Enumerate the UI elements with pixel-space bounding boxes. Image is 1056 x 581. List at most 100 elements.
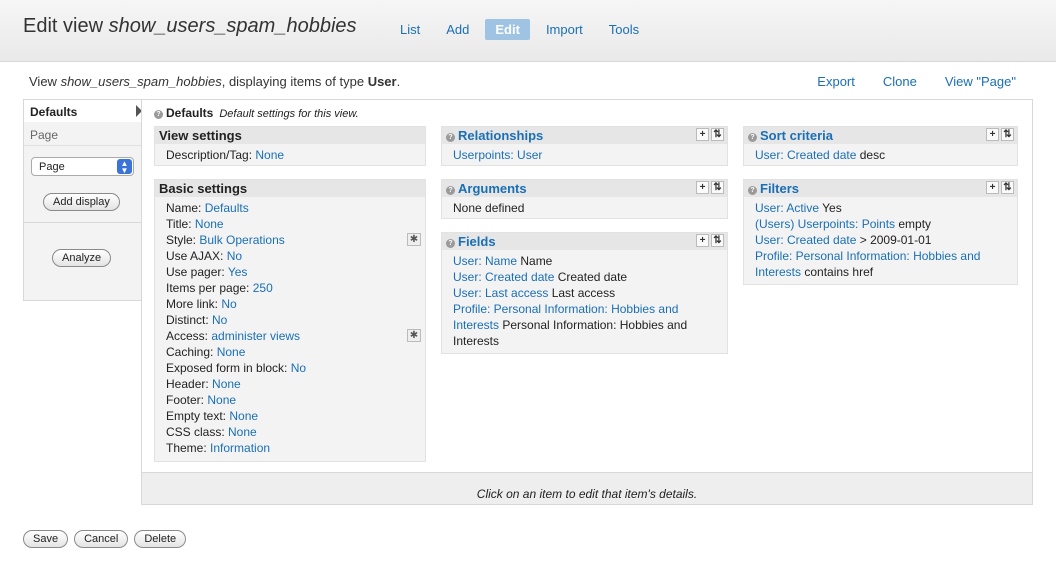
setting-value-link[interactable]: 250 bbox=[253, 281, 273, 295]
setting-label: Distinct: bbox=[166, 313, 213, 327]
setting-value-link[interactable]: Defaults bbox=[205, 201, 249, 215]
item-link[interactable]: (Users) Userpoints: Points bbox=[755, 217, 895, 231]
item-link[interactable]: Interests bbox=[755, 265, 801, 279]
tab-add[interactable]: Add bbox=[436, 19, 479, 40]
setting-row: Use AJAX: No bbox=[166, 248, 414, 264]
display-type-select[interactable]: Page ▲ ▼ bbox=[31, 157, 134, 176]
relationships-section: ? Relationships + ⇅ Userpoints: User bbox=[441, 126, 728, 166]
view-page-link[interactable]: View "Page" bbox=[945, 74, 1016, 89]
tab-list[interactable]: List bbox=[390, 19, 430, 40]
item-link[interactable]: User: Created date bbox=[755, 148, 856, 162]
item-text: Created date bbox=[554, 270, 628, 284]
setting-value-link[interactable]: No bbox=[221, 297, 236, 311]
setting-label: Items per page: bbox=[166, 281, 253, 295]
item-link[interactable]: User: Active bbox=[755, 201, 819, 215]
setting-value-link[interactable]: Yes bbox=[228, 265, 248, 279]
sort-criteria-title[interactable]: ? Sort criteria + ⇅ bbox=[744, 127, 1017, 144]
setting-label: Empty text: bbox=[166, 409, 230, 423]
add-icon[interactable]: + bbox=[986, 181, 999, 194]
setting-value-link[interactable]: None bbox=[217, 345, 246, 359]
rearrange-icon[interactable]: ⇅ bbox=[711, 128, 724, 141]
item-link[interactable]: User: Created date bbox=[453, 270, 554, 284]
help-icon[interactable]: ? bbox=[446, 239, 455, 248]
item-text: contains href bbox=[801, 265, 874, 279]
setting-row: Access: administer views ✱ bbox=[166, 328, 421, 344]
help-icon[interactable]: ? bbox=[748, 133, 757, 142]
gear-icon[interactable]: ✱ bbox=[407, 329, 421, 342]
filters-title[interactable]: ? Filters + ⇅ bbox=[744, 180, 1017, 197]
setting-value-link[interactable]: Information bbox=[210, 441, 270, 455]
export-link[interactable]: Export bbox=[817, 74, 855, 89]
sidebar-item-page[interactable]: Page bbox=[24, 122, 141, 146]
tab-import[interactable]: Import bbox=[536, 19, 593, 40]
setting-value-link[interactable]: None bbox=[228, 425, 257, 439]
setting-value-link[interactable]: No bbox=[291, 361, 306, 375]
rearrange-icon[interactable]: ⇅ bbox=[711, 234, 724, 247]
setting-label: Exposed form in block: bbox=[166, 361, 291, 375]
primary-tabs: List Add Edit Import Tools bbox=[390, 19, 655, 40]
add-icon[interactable]: + bbox=[696, 128, 709, 141]
rearrange-icon[interactable]: ⇅ bbox=[711, 181, 724, 194]
arguments-section: ? Arguments + ⇅ None defined bbox=[441, 179, 728, 219]
setting-label: Description/Tag: bbox=[166, 148, 256, 162]
form-actions: Save Cancel Delete bbox=[23, 530, 187, 548]
rearrange-icon[interactable]: ⇅ bbox=[1001, 128, 1014, 141]
gear-icon[interactable]: ✱ bbox=[407, 233, 421, 246]
setting-row: Theme: Information bbox=[166, 440, 414, 456]
item-text: Personal Information: Hobbies and bbox=[499, 318, 688, 332]
add-icon[interactable]: + bbox=[696, 181, 709, 194]
filters-section: ? Filters + ⇅ User: Active Yes (Users) Userp… bbox=[743, 179, 1018, 285]
details-hint: Click on an item to edit that item's det… bbox=[142, 472, 1032, 504]
item-text: empty bbox=[895, 217, 932, 231]
analyze-button[interactable]: Analyze bbox=[52, 249, 112, 267]
setting-value-link[interactable]: None bbox=[255, 148, 284, 162]
rearrange-icon[interactable]: ⇅ bbox=[1001, 181, 1014, 194]
view-editor-panel: ? Defaults Default settings for this view.… bbox=[141, 99, 1033, 505]
arguments-title[interactable]: ? Arguments + ⇅ bbox=[442, 180, 727, 197]
setting-label: Footer: bbox=[166, 393, 208, 407]
save-button[interactable]: Save bbox=[23, 530, 69, 548]
help-icon[interactable]: ? bbox=[446, 133, 455, 142]
help-icon[interactable]: ? bbox=[748, 186, 757, 195]
item-link[interactable]: Userpoints: User bbox=[453, 148, 542, 162]
add-icon[interactable]: + bbox=[986, 128, 999, 141]
setting-label: Access: bbox=[166, 329, 212, 343]
setting-label: Header: bbox=[166, 377, 213, 391]
setting-value-link[interactable]: No bbox=[212, 313, 227, 327]
tab-edit[interactable]: Edit bbox=[485, 19, 530, 40]
relationships-title[interactable]: ? Relationships + ⇅ bbox=[442, 127, 727, 144]
item-link[interactable]: Interests bbox=[453, 318, 499, 332]
sort-criteria-section: ? Sort criteria + ⇅ User: Created date desc bbox=[743, 126, 1018, 166]
cancel-button[interactable]: Cancel bbox=[74, 530, 129, 548]
item-link[interactable]: Profile: Personal Information: Hobbies a… bbox=[755, 249, 980, 263]
add-display-button[interactable]: Add display bbox=[43, 193, 120, 211]
setting-value-link[interactable]: None bbox=[207, 393, 236, 407]
item-link[interactable]: User: Last access bbox=[453, 286, 548, 300]
setting-value-link[interactable]: administer views bbox=[211, 329, 300, 343]
help-icon[interactable]: ? bbox=[446, 186, 455, 195]
display-sidebar: Defaults Page Page ▲ ▼ Add display Analyze bbox=[23, 99, 142, 301]
help-icon[interactable]: ? bbox=[154, 110, 163, 119]
setting-value-link[interactable]: No bbox=[227, 249, 242, 263]
sidebar-item-defaults[interactable]: Defaults bbox=[24, 100, 142, 122]
view-description: View show_users_spam_hobbies, displaying… bbox=[29, 74, 401, 89]
list-item: Interests Personal Information: Hobbies … bbox=[453, 317, 716, 333]
setting-row: Empty text: None bbox=[166, 408, 414, 424]
divider bbox=[24, 222, 141, 223]
clone-link[interactable]: Clone bbox=[883, 74, 917, 89]
item-link[interactable]: User: Name bbox=[453, 254, 517, 268]
fields-title[interactable]: ? Fields + ⇅ bbox=[442, 233, 727, 250]
setting-label: Theme: bbox=[166, 441, 211, 455]
setting-value-link[interactable]: Bulk Operations bbox=[199, 233, 284, 247]
item-link[interactable]: User: Created date bbox=[755, 233, 856, 247]
item-text: Name bbox=[517, 254, 553, 268]
item-link[interactable]: Profile: Personal Information: Hobbies a… bbox=[453, 302, 678, 316]
item-text: > 2009-01-01 bbox=[856, 233, 932, 247]
setting-value-link[interactable]: None bbox=[212, 377, 241, 391]
tab-tools[interactable]: Tools bbox=[599, 19, 649, 40]
setting-value-link[interactable]: None bbox=[195, 217, 224, 231]
setting-value-link[interactable]: None bbox=[229, 409, 258, 423]
delete-button[interactable]: Delete bbox=[134, 530, 187, 548]
add-icon[interactable]: + bbox=[696, 234, 709, 247]
secondary-links: Export Clone View "Page" bbox=[817, 74, 1016, 89]
